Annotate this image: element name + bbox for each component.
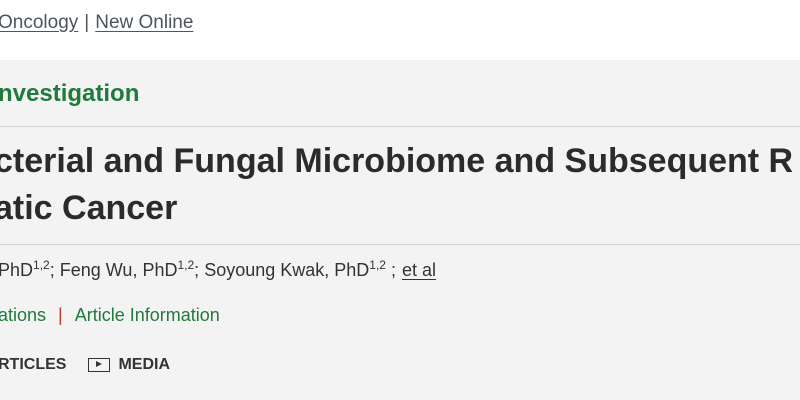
breadcrumb-journal-link[interactable]: Oncology: [0, 12, 78, 33]
tab-media[interactable]: MEDIA: [88, 356, 170, 374]
author-3[interactable]: Soyoung Kwak, PhD1,2: [204, 258, 386, 280]
breadcrumb-new-online-link[interactable]: New Online: [95, 12, 193, 33]
breadcrumb: Oncology | New Online: [0, 12, 193, 34]
article-title: cterial and Fungal Microbiome and Subseq…: [0, 138, 800, 232]
tab-related-articles-label: RTICLES: [0, 356, 67, 373]
author-2-affiliation: 1,2: [177, 258, 195, 272]
links-separator: |: [58, 305, 63, 325]
author-1-affiliation: 1,2: [33, 258, 50, 272]
article-information-link[interactable]: Article Information: [75, 305, 220, 325]
divider: [0, 126, 800, 127]
article-title-line-2: atic Cancer: [0, 189, 178, 227]
tab-media-label: MEDIA: [118, 356, 171, 373]
article-title-line-1: cterial and Fungal Microbiome and Subseq…: [0, 142, 794, 180]
article-links: ations | Article Information: [0, 305, 220, 326]
author-2[interactable]: Feng Wu, PhD1,2: [60, 258, 195, 280]
et-al-link[interactable]: et al: [402, 260, 436, 280]
breadcrumb-separator: |: [84, 12, 90, 33]
video-icon: [88, 358, 111, 372]
divider: [0, 244, 800, 245]
top-bar: Oncology | New Online: [0, 0, 800, 60]
author-3-affiliation: 1,2: [369, 258, 386, 272]
article-type-label: nvestigation: [0, 80, 140, 107]
author-1[interactable]: PhD1,2: [0, 258, 50, 280]
article-tabs: RTICLES MEDIA: [0, 356, 170, 374]
tab-related-articles[interactable]: RTICLES: [0, 356, 66, 374]
affiliations-link[interactable]: ations: [0, 305, 46, 325]
author-list: PhD1,2; Feng Wu, PhD1,2; Soyoung Kwak, P…: [0, 258, 437, 280]
